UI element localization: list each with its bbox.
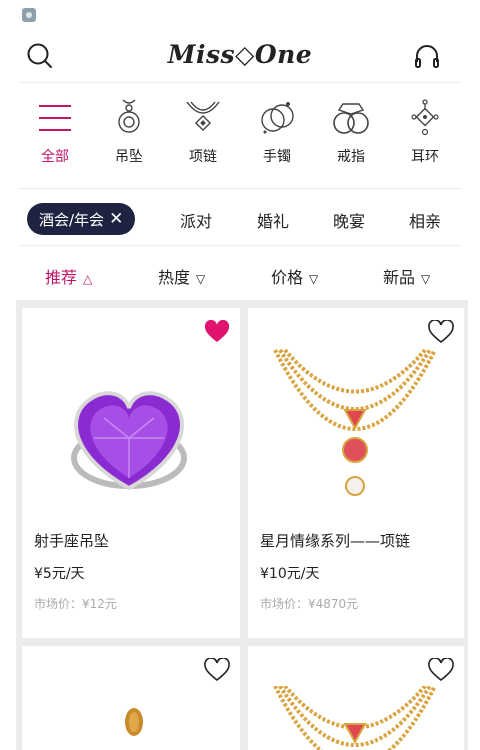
heart-outline-icon[interactable] xyxy=(204,658,230,682)
product-image xyxy=(125,708,143,736)
sort-label: 推荐 xyxy=(45,268,78,287)
filter-tag-party[interactable]: 派对 xyxy=(180,208,212,232)
divider xyxy=(18,82,462,83)
status-bar xyxy=(0,0,480,30)
heart-outline-icon[interactable] xyxy=(428,320,454,344)
category-earring[interactable]: 耳环 xyxy=(395,98,455,178)
category-label: 吊坠 xyxy=(115,149,143,165)
product-price: ¥5元/天 xyxy=(34,566,85,582)
triangle-down-icon: ▽ xyxy=(196,272,206,286)
product-price: ¥10元/天 xyxy=(260,566,320,582)
triangle-up-icon: △ xyxy=(83,272,93,286)
earring-icon xyxy=(411,99,439,136)
product-card[interactable] xyxy=(22,646,240,750)
product-market-price: 市场价：¥12元 xyxy=(34,597,117,611)
customer-service-button[interactable] xyxy=(411,40,443,72)
category-label: 耳环 xyxy=(411,149,439,165)
product-image xyxy=(273,686,437,750)
headphones-icon xyxy=(415,45,439,68)
bracelet-icon xyxy=(261,102,294,134)
heart-filled-icon[interactable] xyxy=(204,320,230,344)
category-label: 项链 xyxy=(189,149,217,165)
category-label: 戒指 xyxy=(337,149,365,165)
category-necklace[interactable]: 项链 xyxy=(173,98,233,178)
category-pendant[interactable]: 吊坠 xyxy=(99,98,159,178)
menu-lines-icon xyxy=(39,105,71,131)
product-image xyxy=(71,391,187,491)
brand-logo: Miss◇One xyxy=(167,40,313,69)
header: Miss◇One xyxy=(0,30,480,82)
close-icon[interactable]: ✕ xyxy=(109,210,123,228)
category-all[interactable]: 全部 xyxy=(25,98,85,178)
sort-label: 价格 xyxy=(271,268,304,287)
product-card[interactable] xyxy=(248,646,464,750)
filter-tag-blind-date[interactable]: 相亲 xyxy=(409,208,441,232)
filter-chip-selected[interactable]: 酒会/年会 ✕ xyxy=(27,203,136,235)
necklace-icon xyxy=(186,101,220,132)
sort-label: 新品 xyxy=(383,268,416,287)
triangle-down-icon: ▽ xyxy=(309,272,319,286)
occasion-filters: 酒会/年会 ✕ xyxy=(0,200,480,238)
filter-tag-dinner[interactable]: 晚宴 xyxy=(333,208,365,232)
sort-recommended[interactable]: 推荐 △ xyxy=(45,264,92,288)
triangle-down-icon: ▽ xyxy=(421,272,431,286)
category-row: 全部 吊坠 项链 手镯 戒指 耳环 xyxy=(0,98,480,178)
category-label: 全部 xyxy=(41,149,69,165)
product-card[interactable]: 射手座吊坠 ¥5元/天 市场价：¥12元 xyxy=(22,308,240,638)
product-card[interactable]: 星月情缘系列——项链 ¥10元/天 市场价：¥4870元 xyxy=(248,308,464,638)
filter-tag-wedding[interactable]: 婚礼 xyxy=(257,208,289,232)
product-image xyxy=(273,348,437,496)
sort-price[interactable]: 价格 ▽ xyxy=(271,264,318,288)
category-bracelet[interactable]: 手镯 xyxy=(247,98,307,178)
filter-chip-label: 酒会/年会 xyxy=(39,210,105,229)
notification-icon xyxy=(22,8,36,22)
pendant-icon xyxy=(118,99,140,133)
category-ring[interactable]: 戒指 xyxy=(321,98,381,178)
product-market-price: 市场价：¥4870元 xyxy=(260,597,359,611)
sort-new[interactable]: 新品 ▽ xyxy=(383,264,430,288)
ring-icon xyxy=(333,103,369,134)
category-label: 手镯 xyxy=(263,149,291,165)
product-title: 射手座吊坠 xyxy=(34,532,110,550)
sort-popularity[interactable]: 热度 ▽ xyxy=(158,264,205,288)
heart-outline-icon[interactable] xyxy=(428,658,454,682)
divider xyxy=(18,188,462,189)
sort-bar: 推荐 △ 热度 ▽ 价格 ▽ 新品 ▽ xyxy=(0,252,480,296)
product-title: 星月情缘系列——项链 xyxy=(260,532,411,550)
sort-label: 热度 xyxy=(158,268,191,287)
divider xyxy=(18,245,462,246)
